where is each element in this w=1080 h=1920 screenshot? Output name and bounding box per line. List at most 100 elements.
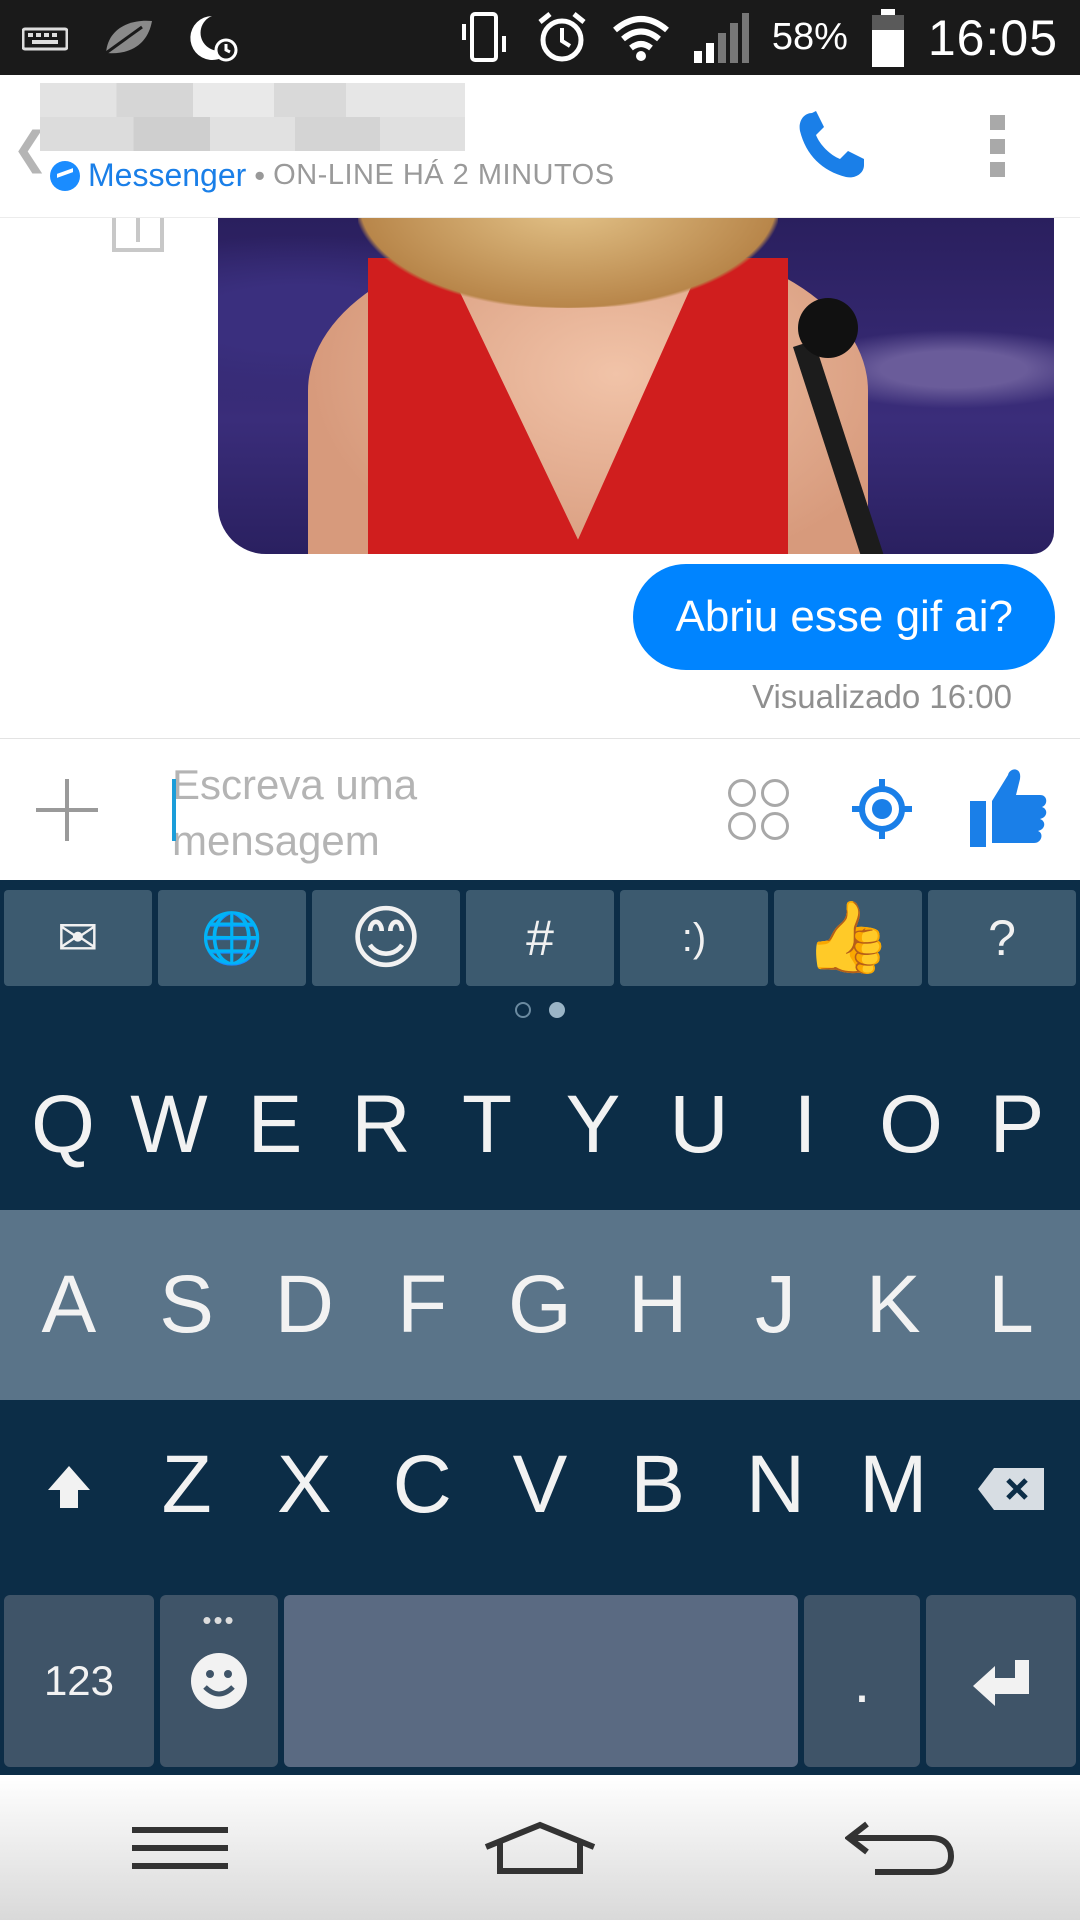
- page-dot-active: [549, 1002, 565, 1018]
- backspace-key[interactable]: [961, 1438, 1061, 1532]
- vibrate-icon: [456, 10, 512, 66]
- space-key[interactable]: [284, 1595, 798, 1767]
- leaf-icon: [102, 17, 154, 59]
- key-b[interactable]: B: [608, 1438, 708, 1532]
- key-r[interactable]: R: [331, 1078, 431, 1172]
- question-mark-key[interactable]: ?: [928, 890, 1076, 986]
- smiley-icon: [191, 1653, 247, 1709]
- key-t[interactable]: T: [437, 1078, 537, 1172]
- message-list[interactable]: Abriu esse gif ai? Visualizado 16:00: [0, 218, 1080, 738]
- wifi-icon: [612, 14, 670, 62]
- online-status: ON-LINE HÁ 2 MINUTOS: [273, 159, 615, 191]
- emoji-smile-key[interactable]: 😊: [312, 890, 460, 986]
- smiley-icon: [728, 812, 756, 840]
- key-u[interactable]: U: [649, 1078, 749, 1172]
- conversation-header: ❮ Messenger • ON-LINE HÁ 2 MINUTOS: [0, 75, 1080, 218]
- email-key[interactable]: ✉: [4, 890, 152, 986]
- phone-icon: [799, 111, 864, 178]
- call-button[interactable]: [790, 105, 870, 185]
- keyboard-row-3: Z X C V B N M: [0, 1400, 1080, 1570]
- key-l[interactable]: L: [961, 1258, 1061, 1352]
- key-a[interactable]: A: [19, 1258, 119, 1352]
- key-v[interactable]: V: [490, 1438, 590, 1532]
- key-y[interactable]: Y: [543, 1078, 643, 1172]
- emoji-key[interactable]: •••: [160, 1595, 278, 1767]
- messenger-logo-icon: [50, 160, 80, 191]
- key-s[interactable]: S: [137, 1258, 237, 1352]
- key-n[interactable]: N: [725, 1438, 825, 1532]
- signal-icon: [692, 11, 750, 65]
- menu-icon: [132, 1826, 228, 1869]
- home-icon: [484, 1821, 596, 1874]
- key-p[interactable]: P: [967, 1078, 1067, 1172]
- enter-key[interactable]: [926, 1595, 1076, 1767]
- contact-name-blurred[interactable]: [40, 83, 465, 151]
- contact-subline: Messenger • ON-LINE HÁ 2 MINUTOS: [50, 157, 615, 194]
- key-c[interactable]: C: [372, 1438, 472, 1532]
- outgoing-message-bubble[interactable]: Abriu esse gif ai?: [633, 564, 1055, 670]
- emoji-thumbs-up-key[interactable]: 👍: [774, 890, 922, 986]
- more-options-button[interactable]: [985, 115, 1009, 177]
- numbers-key[interactable]: 123: [4, 1595, 154, 1767]
- separator: •: [254, 157, 266, 193]
- message-composer: [0, 738, 1080, 880]
- key-k[interactable]: K: [843, 1258, 943, 1352]
- emoticon-key[interactable]: :): [620, 890, 768, 986]
- key-g[interactable]: G: [490, 1258, 590, 1352]
- soft-keyboard: ✉ 🌐 😊 # :) 👍 ? Q W E R T Y U I O P A S D…: [0, 880, 1080, 1775]
- page-indicator: [0, 1002, 1080, 1018]
- more-dots-icon: •••: [202, 1605, 236, 1635]
- alarm-icon: [534, 10, 590, 66]
- like-button[interactable]: [968, 765, 1048, 849]
- web-key[interactable]: 🌐: [158, 890, 306, 986]
- keyboard-row-1: Q W E R T Y U I O P: [0, 1030, 1080, 1220]
- shift-arrow-icon: [47, 1466, 90, 1508]
- keyboard-bottom-row: 123 ••• .: [0, 1595, 1080, 1775]
- keyboard-shortcut-row: ✉ 🌐 😊 # :) 👍 ?: [0, 890, 1080, 990]
- key-i[interactable]: I: [755, 1078, 855, 1172]
- sad-face-icon: [761, 812, 789, 840]
- battery-icon: [870, 8, 906, 68]
- seen-status: Visualizado 16:00: [752, 678, 1012, 715]
- key-q[interactable]: Q: [13, 1078, 113, 1172]
- key-h[interactable]: H: [608, 1258, 708, 1352]
- page-dot: [515, 1002, 531, 1018]
- add-attachment-button[interactable]: [36, 779, 98, 841]
- key-w[interactable]: W: [119, 1078, 219, 1172]
- period-key[interactable]: .: [804, 1595, 920, 1767]
- key-o[interactable]: O: [861, 1078, 961, 1172]
- night-mode-icon: [188, 12, 240, 64]
- key-x[interactable]: X: [254, 1438, 354, 1532]
- back-nav-button[interactable]: [830, 1798, 970, 1898]
- message-input[interactable]: [172, 757, 502, 867]
- key-f[interactable]: F: [372, 1258, 472, 1352]
- app-name: Messenger: [88, 157, 247, 193]
- share-icon[interactable]: [110, 218, 166, 254]
- key-d[interactable]: D: [254, 1258, 354, 1352]
- stickers-button[interactable]: [728, 779, 790, 841]
- gif-image-content: [798, 298, 858, 358]
- enter-arrow-icon: [973, 1660, 1029, 1706]
- system-navigation-bar: [0, 1775, 1080, 1920]
- location-target-icon: [852, 779, 912, 839]
- more-dot-icon: [989, 138, 1005, 154]
- smiley-icon: [728, 779, 756, 807]
- back-arrow-icon: [845, 1821, 955, 1875]
- menu-nav-button[interactable]: [110, 1798, 250, 1898]
- key-e[interactable]: E: [225, 1078, 325, 1172]
- thumbs-up-icon: [970, 769, 1047, 847]
- more-dot-icon: [989, 162, 1005, 177]
- status-bar: 58% 16:05: [0, 0, 1080, 75]
- more-dot-icon: [989, 115, 1005, 130]
- battery-percent: 58%: [771, 16, 848, 58]
- hash-key[interactable]: #: [466, 890, 614, 986]
- location-button[interactable]: [852, 779, 912, 839]
- key-z[interactable]: Z: [137, 1438, 237, 1532]
- text-cursor: [172, 779, 176, 841]
- keyboard-icon: [22, 23, 68, 53]
- home-nav-button[interactable]: [470, 1798, 610, 1898]
- key-j[interactable]: J: [725, 1258, 825, 1352]
- key-m[interactable]: M: [843, 1438, 943, 1532]
- shift-key[interactable]: [19, 1438, 119, 1532]
- gif-message-image[interactable]: [218, 218, 1054, 554]
